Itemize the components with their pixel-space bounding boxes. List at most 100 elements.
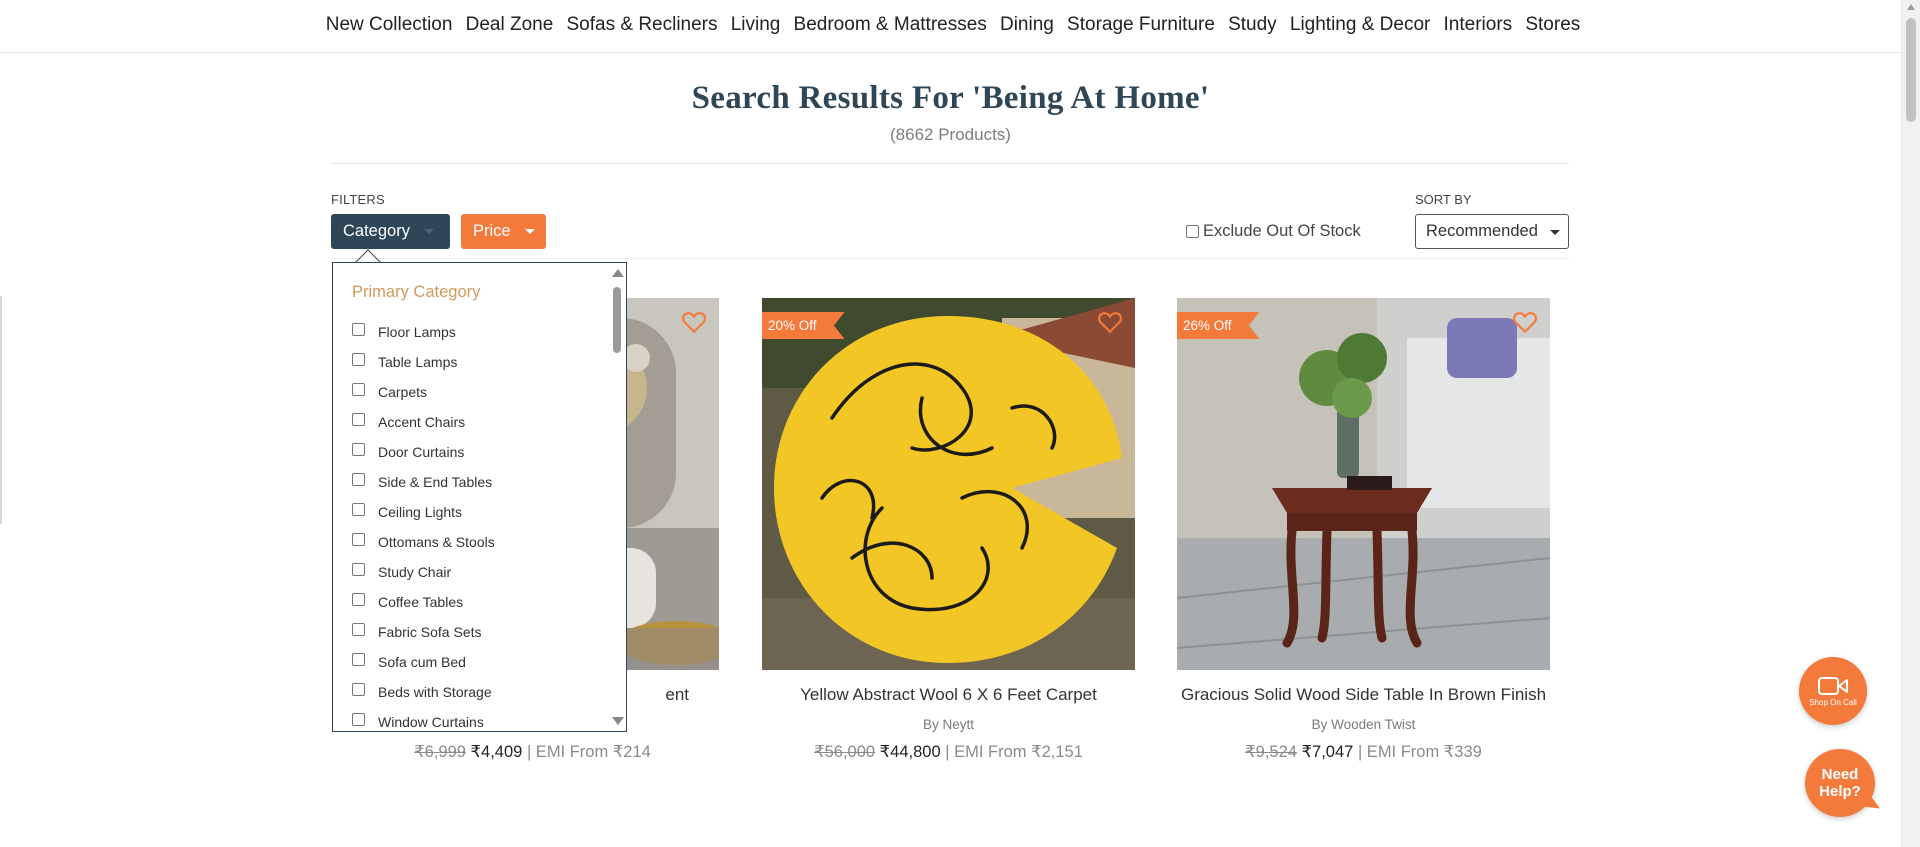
nav-item-dining[interactable]: Dining [993,14,1060,36]
product-name[interactable]: Gracious Solid Wood Side Table In Brown … [1177,685,1550,705]
category-filter-button[interactable]: Category [331,214,450,249]
wishlist-heart-icon[interactable] [1512,310,1538,334]
nav-item-new-collection[interactable]: New Collection [319,14,459,36]
sort-by-select[interactable]: Recommended [1415,214,1569,249]
category-checkbox[interactable] [352,352,365,366]
product-photo-yellow-carpet [762,298,1135,670]
scroll-up-arrow-icon[interactable] [612,269,624,277]
category-option-label: Study Chair [378,564,452,580]
need-help-line2: Help? [1819,783,1861,800]
nav-item-storage-furniture[interactable]: Storage Furniture [1060,14,1221,36]
category-option[interactable]: Side & End Tables [352,467,495,497]
product-emi: | EMI From ₹214 [526,743,651,761]
discount-badge: 26% Off [1177,312,1260,339]
category-checkbox[interactable] [352,712,365,726]
category-checkbox[interactable] [352,442,365,456]
product-image[interactable]: 26% Off [1177,298,1550,670]
nav-item-study[interactable]: Study [1222,14,1284,36]
discount-badge: 20% Off [762,312,845,339]
category-checkbox[interactable] [352,532,365,546]
category-option-label: Ceiling Lights [378,504,463,520]
need-help-button[interactable]: Need Help? [1805,749,1875,817]
category-option-label: Ottomans & Stools [378,534,495,550]
category-option-label: Coffee Tables [378,594,464,610]
category-option-label: Table Lamps [378,354,458,370]
category-checkbox[interactable] [352,382,365,396]
category-checkbox[interactable] [352,622,365,636]
category-dropdown-panel: Primary Category Floor Lamps Table Lamps… [332,262,627,732]
scroll-up-arrow-icon[interactable] [1907,4,1915,10]
side-panel-edge [0,296,2,524]
exclude-out-of-stock-checkbox[interactable] [1186,225,1199,238]
nav-item-lighting-decor[interactable]: Lighting & Decor [1283,14,1437,36]
product-card[interactable]: 20% Off Yellow Abstract Wool 6 X 6 Feet … [762,298,1135,762]
category-options-list: Floor Lamps Table Lamps Carpets Accent C… [352,317,495,731]
wishlist-heart-icon[interactable] [1097,310,1123,334]
caret-down-icon [423,229,434,234]
sort-by-value: Recommended [1426,222,1538,240]
dropdown-scrollbar[interactable] [609,263,626,731]
product-mrp: ₹6,999 [414,743,466,761]
filters-label: FILTERS [331,192,385,207]
top-navigation: New Collection Deal Zone Sofas & Recline… [0,0,1901,53]
nav-item-living[interactable]: Living [724,14,787,36]
product-name[interactable]: Yellow Abstract Wool 6 X 6 Feet Carpet [762,685,1135,705]
category-filter-label: Category [343,222,410,240]
category-checkbox[interactable] [352,412,365,426]
product-brand[interactable]: By Wooden Twist [1177,717,1550,732]
category-option[interactable]: Fabric Sofa Sets [352,617,495,647]
category-checkbox[interactable] [352,322,365,336]
shop-on-call-label: Shop On Call [1809,697,1857,707]
sort-by-label: SORT BY [1415,192,1472,207]
scroll-down-arrow-icon[interactable] [612,717,624,725]
category-checkbox[interactable] [352,652,365,666]
caret-down-icon [524,229,535,234]
category-checkbox[interactable] [352,562,365,576]
category-option[interactable]: Coffee Tables [352,587,495,617]
product-brand[interactable]: By Neytt [762,717,1135,732]
page-scrollbar[interactable] [1901,0,1920,847]
product-emi: | EMI From ₹2,151 [945,743,1083,761]
category-checkbox[interactable] [352,502,365,516]
dropdown-scrollbar-thumb[interactable] [613,287,621,353]
nav-item-deal-zone[interactable]: Deal Zone [459,14,560,36]
exclude-out-of-stock-toggle[interactable]: Exclude Out Of Stock [1186,222,1361,241]
exclude-out-of-stock-label: Exclude Out Of Stock [1203,222,1361,240]
category-option[interactable]: Beds with Storage [352,677,495,707]
category-checkbox[interactable] [352,682,365,696]
primary-category-heading: Primary Category [352,283,481,301]
nav-item-bedroom-mattresses[interactable]: Bedroom & Mattresses [787,14,993,36]
nav-item-interiors[interactable]: Interiors [1437,14,1519,36]
category-option[interactable]: Accent Chairs [352,407,495,437]
product-sale-price: ₹7,047 [1301,743,1354,761]
scrollbar-thumb[interactable] [1906,18,1916,122]
product-sale-price: ₹4,409 [470,743,523,761]
nav-item-stores[interactable]: Stores [1519,14,1587,36]
divider [331,163,1569,164]
shop-on-call-button[interactable]: Shop On Call [1799,657,1867,725]
product-card[interactable]: 26% Off Gracious Solid Wood Side Table I… [1177,298,1550,762]
product-emi: | EMI From ₹339 [1357,743,1482,761]
category-option[interactable]: Window Curtains [352,707,495,731]
category-option[interactable]: Door Curtains [352,437,495,467]
product-mrp: ₹9,524 [1245,743,1297,761]
product-photo-side-table [1177,298,1550,670]
category-option[interactable]: Table Lamps [352,347,495,377]
nav-item-sofas-recliners[interactable]: Sofas & Recliners [560,14,724,36]
category-option[interactable]: Ceiling Lights [352,497,495,527]
price-filter-button[interactable]: Price [461,214,546,249]
product-price: ₹6,999 ₹4,409 | EMI From ₹214 [346,742,719,762]
category-option[interactable]: Sofa cum Bed [352,647,495,677]
product-sale-price: ₹44,800 [879,743,941,761]
wishlist-heart-icon[interactable] [681,310,707,334]
category-option[interactable]: Study Chair [352,557,495,587]
category-option[interactable]: Ottomans & Stools [352,527,495,557]
category-option-label: Side & End Tables [378,474,493,490]
product-price: ₹56,000 ₹44,800 | EMI From ₹2,151 [762,742,1135,762]
product-image[interactable]: 20% Off [762,298,1135,670]
page-title: Search Results For 'Being At Home' [691,80,1210,116]
category-option[interactable]: Carpets [352,377,495,407]
category-checkbox[interactable] [352,472,365,486]
category-checkbox[interactable] [352,592,365,606]
category-option[interactable]: Floor Lamps [352,317,495,347]
